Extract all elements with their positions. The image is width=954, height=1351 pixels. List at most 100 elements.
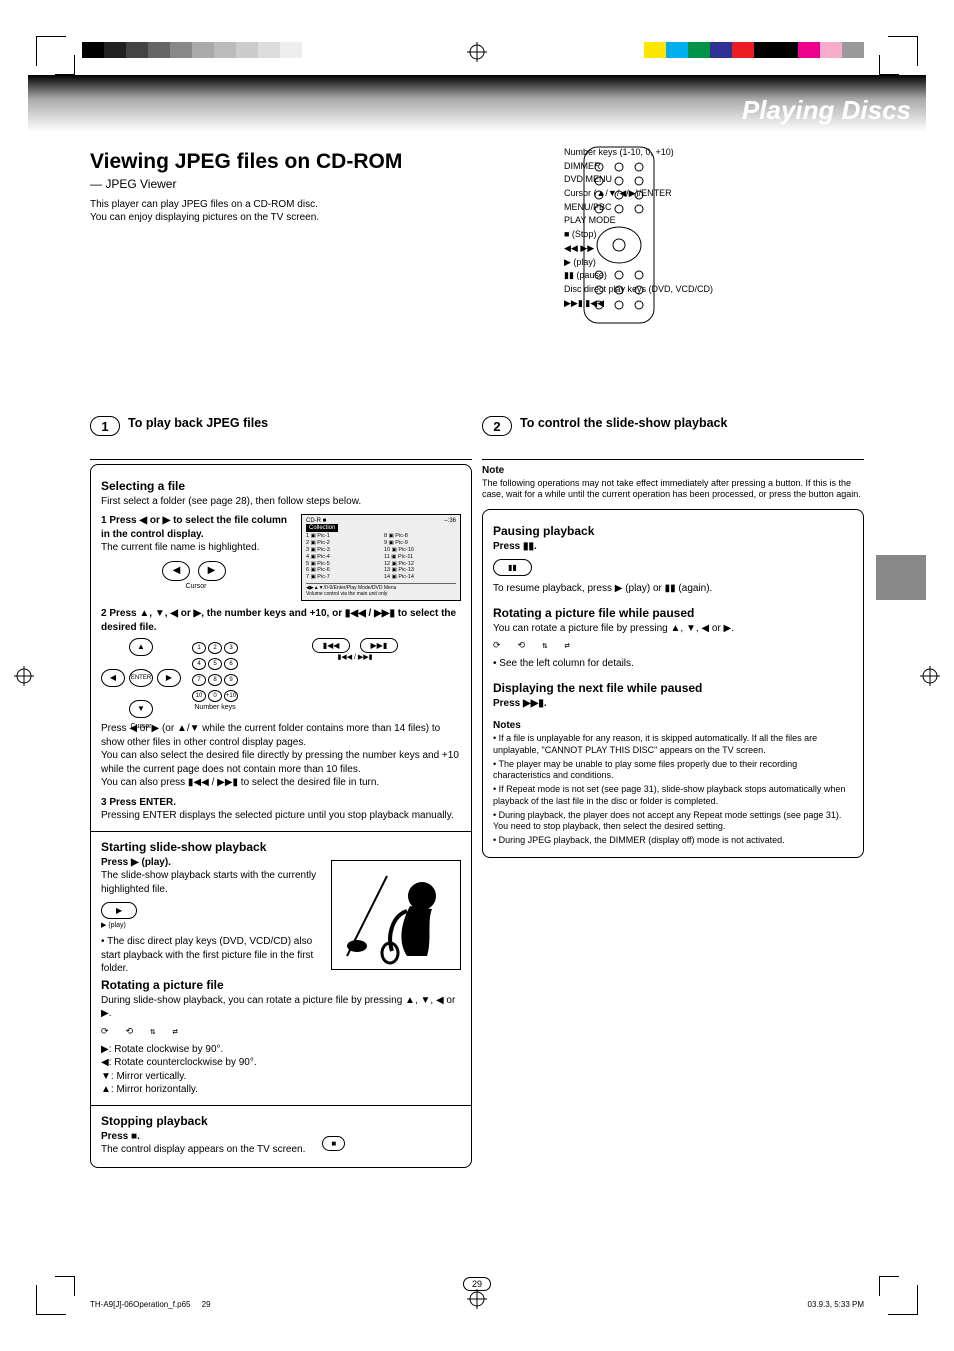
step-number-1: 1 — [90, 416, 120, 436]
body: You can rotate a picture file by pressin… — [493, 622, 853, 636]
sax-player-illustration — [331, 860, 461, 970]
rotate-cw-icon: ⟳ — [493, 641, 500, 651]
substep-note: The current file name is highlighted. — [101, 541, 291, 555]
grayscale-swatches — [82, 42, 302, 58]
crop-mark — [55, 55, 75, 75]
file: 14 ▣ Pic-14 — [384, 574, 456, 581]
callout: ▶ (play) — [564, 257, 864, 269]
note-item: • If Repeat mode is not set (see page 31… — [493, 784, 853, 807]
next-track-icon: ▶▶▮ — [360, 638, 399, 653]
body: The slide-show playback starts with the … — [101, 869, 321, 896]
step2-title: To control the slide-show playback — [520, 416, 727, 432]
body: Press ▶▶▮. — [493, 697, 853, 711]
dpad-illustration: ▲ ▼ ◀ ▶ ENTER Cursor — [101, 638, 181, 718]
step-number-2: 2 — [482, 416, 512, 436]
step1-title: To play back JPEG files — [128, 416, 268, 432]
crop-mark — [879, 1276, 899, 1296]
label: ▮◀◀ / ▶▶▮ — [249, 653, 461, 661]
file: 11 ▣ Pic-11 — [384, 554, 456, 561]
body: Press ▶ (play). — [101, 856, 321, 870]
note-item: • During JPEG playback, the DIMMER (disp… — [493, 835, 853, 847]
label: Cursor — [101, 583, 291, 590]
substep: 2 Press ▲, ▼, ◀ or ▶, the number keys an… — [101, 607, 461, 634]
heading: Displaying the next file while paused — [493, 681, 853, 695]
substep: 1 Press ◀ or ▶ to select the file column… — [101, 514, 291, 541]
bullet: ▼: Mirror vertically. — [101, 1070, 461, 1084]
pause-button-icon: ▮▮ — [493, 559, 532, 576]
note-item: • If a file is unplayable for any reason… — [493, 733, 853, 756]
cursor-left-icon: ◀ — [101, 669, 125, 687]
play-button-icon: ▶ — [101, 902, 137, 919]
cursor-right-icon: ▶ — [157, 669, 181, 687]
file: 7 ▣ Pic-7 — [306, 574, 378, 581]
mirror-h-icon: ⇄ — [565, 641, 569, 651]
callout: Number keys (1-10, 0, +10) — [564, 147, 864, 159]
body: To resume playback, press ▶ (play) or ▮▮… — [493, 582, 853, 596]
bullet: ▲: Mirror horizontally. — [101, 1083, 461, 1097]
file: 3 ▣ Pic-3 — [306, 547, 378, 554]
rotation-icons: ⟳ ⟲ ⇅ ⇄ — [101, 1027, 461, 1037]
heading: Starting slide-show playback — [101, 840, 461, 854]
tv-screen-mockup: CD-R ■ –:36 Collection 1 ▣ Pic-1 2 ▣ Pic… — [301, 514, 461, 601]
bullet: You can also select the desired file dir… — [101, 749, 461, 776]
callout: ▶▶▮ ▮◀◀ — [564, 298, 864, 310]
bullet: ◀: Rotate counterclockwise by 90°. — [101, 1056, 461, 1070]
bullet: You can also press ▮◀◀ / ▶▶▮ to select t… — [101, 776, 461, 790]
file: 13 ▣ Pic-13 — [384, 567, 456, 574]
body: Pressing ENTER displays the selected pic… — [101, 809, 461, 823]
body: Press ■. — [101, 1130, 305, 1144]
rotation-icons: ⟳ ⟲ ⇅ ⇄ — [493, 641, 853, 651]
number-keypad-illustration: 123 456 789 100+10 Number keys — [191, 638, 239, 711]
bullet: • See the left column for details. — [493, 657, 853, 671]
screen-folder: Collection — [306, 524, 338, 532]
rotate-ccw-icon: ⟲ — [518, 641, 525, 651]
callout: ▮▮ (pause) — [564, 270, 864, 282]
file: 12 ▣ Pic-12 — [384, 561, 456, 568]
bullet: ▶: Rotate clockwise by 90°. — [101, 1043, 461, 1057]
file: 1 ▣ Pic-1 — [306, 533, 378, 540]
file: 6 ▣ Pic-6 — [306, 567, 378, 574]
file: 8 ▣ Pic-8 — [384, 533, 456, 540]
remote-callout-list: Number keys (1-10, 0, +10) DIMMER DVD ME… — [564, 145, 864, 311]
crop-mark — [55, 1276, 75, 1296]
callout: PLAY MODE — [564, 215, 864, 227]
footer-meta-right: 03.9.3, 5:33 PM — [808, 1300, 864, 1309]
heading: Selecting a file — [101, 479, 461, 493]
callout: DIMMER — [564, 161, 864, 173]
cursor-down-icon: ▼ — [129, 700, 153, 718]
note-item: • The player may be unable to play some … — [493, 759, 853, 782]
note-body: The following operations may not take ef… — [482, 478, 864, 501]
body: The control display appears on the TV sc… — [101, 1143, 305, 1157]
mirror-v-icon: ⇅ — [150, 1027, 154, 1037]
rotate-ccw-icon: ⟲ — [126, 1027, 133, 1037]
heading: Stopping playback — [101, 1114, 461, 1128]
prev-track-icon: ▮◀◀ — [312, 638, 351, 653]
file: 2 ▣ Pic-2 — [306, 540, 378, 547]
notes-title: Notes — [493, 720, 853, 731]
label: Number keys — [191, 704, 239, 711]
file: 10 ▣ Pic-10 — [384, 547, 456, 554]
callout: DVD MENU — [564, 174, 864, 186]
file: 5 ▣ Pic-5 — [306, 561, 378, 568]
mirror-v-icon: ⇅ — [542, 641, 546, 651]
side-tab — [876, 555, 926, 600]
substep: 3 Press ENTER. — [101, 796, 461, 810]
registration-mark-icon — [14, 666, 34, 686]
label: ▶ (play) — [101, 921, 321, 929]
body: First select a folder (see page 28), the… — [101, 495, 461, 509]
callout: ■ (Stop) — [564, 229, 864, 241]
note-item: • During playback, the player does not a… — [493, 810, 853, 833]
color-swatches — [644, 42, 864, 58]
label: Cursor — [101, 723, 181, 730]
body: Press ▮▮. — [493, 540, 853, 554]
heading: Rotating a picture file while paused — [493, 606, 853, 620]
heading: Rotating a picture file — [101, 978, 461, 992]
callout: Cursor (▲/▼/◀/▶)/ENTER — [564, 188, 864, 200]
enter-button-icon: ENTER — [129, 669, 153, 687]
cursor-left-icon: ◀ — [162, 561, 190, 581]
screen-time: –:36 — [444, 518, 456, 524]
bullet: • The disc direct play keys (DVD, VCD/CD… — [101, 935, 321, 976]
registration-mark-icon — [467, 1289, 487, 1309]
section-title: Playing Discs — [742, 95, 911, 126]
note-title: Note — [482, 465, 864, 476]
